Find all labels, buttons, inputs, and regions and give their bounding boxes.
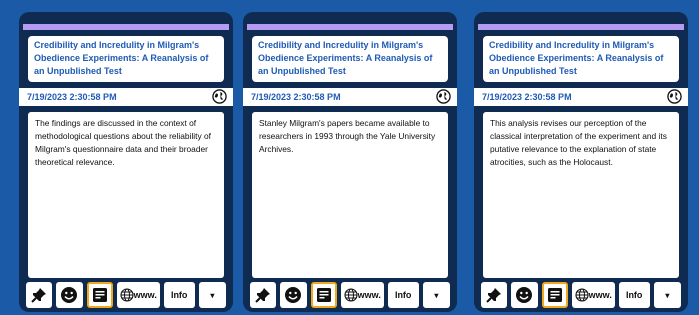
more-options-button[interactable]: ▾: [653, 282, 681, 308]
card-title[interactable]: Credibility and Incredulity in Milgram's…: [483, 36, 679, 82]
card-date: 7/19/2023 2:30:58 PM: [27, 92, 117, 102]
more-options-button[interactable]: ▾: [198, 282, 226, 308]
chevron-down-icon: ▾: [210, 290, 215, 300]
pin-icon: [255, 288, 271, 303]
card-date-row: 7/19/2023 2:30:58 PM: [474, 88, 688, 106]
card-body: The findings are discussed in the contex…: [28, 112, 224, 278]
www-label: www.: [133, 290, 157, 300]
reaction-button[interactable]: [56, 282, 83, 308]
card-1: Credibility and Incredulity in Milgram's…: [19, 12, 233, 312]
info-button[interactable]: Info: [163, 282, 195, 308]
smiley-icon: [516, 287, 533, 303]
notes-icon: [92, 288, 107, 302]
card-date: 7/19/2023 2:30:58 PM: [482, 92, 572, 102]
chevron-down-icon: ▾: [434, 290, 439, 300]
card-body: This analysis revises our perception of …: [483, 112, 679, 278]
chevron-down-icon: ▾: [665, 290, 670, 300]
www-label: www.: [588, 290, 612, 300]
card-body: Stanley Milgram's papers became availabl…: [252, 112, 448, 278]
card-2: Credibility and Incredulity in Milgram's…: [243, 12, 457, 312]
www-label: www.: [357, 290, 381, 300]
card-toolbar: www. Info ▾: [26, 282, 226, 308]
pin-icon: [486, 288, 502, 303]
info-button[interactable]: Info: [618, 282, 650, 308]
pin-button[interactable]: [481, 282, 508, 308]
globe-icon: [575, 288, 589, 302]
notes-button[interactable]: [541, 282, 568, 308]
notes-button[interactable]: [310, 282, 337, 308]
globe-icon[interactable]: [212, 89, 227, 104]
globe-icon[interactable]: [667, 89, 682, 104]
more-options-button[interactable]: ▾: [422, 282, 450, 308]
smiley-icon: [61, 287, 78, 303]
card-accent-bar: [247, 24, 453, 30]
info-button[interactable]: Info: [387, 282, 419, 308]
card-date-row: 7/19/2023 2:30:58 PM: [243, 88, 457, 106]
card-accent-bar: [478, 24, 684, 30]
card-date: 7/19/2023 2:30:58 PM: [251, 92, 341, 102]
web-link-button[interactable]: www.: [116, 282, 160, 308]
globe-icon[interactable]: [436, 89, 451, 104]
notes-icon: [316, 288, 331, 302]
card-title[interactable]: Credibility and Incredulity in Milgram's…: [28, 36, 224, 82]
card-accent-bar: [23, 24, 229, 30]
pin-icon: [31, 288, 47, 303]
card-3: Credibility and Incredulity in Milgram's…: [474, 12, 688, 312]
pin-button[interactable]: [250, 282, 277, 308]
card-toolbar: www. Info ▾: [250, 282, 450, 308]
pin-button[interactable]: [26, 282, 53, 308]
smiley-icon: [285, 287, 302, 303]
notes-icon: [547, 288, 562, 302]
web-link-button[interactable]: www.: [340, 282, 384, 308]
card-date-row: 7/19/2023 2:30:58 PM: [19, 88, 233, 106]
card-title[interactable]: Credibility and Incredulity in Milgram's…: [252, 36, 448, 82]
card-toolbar: www. Info ▾: [481, 282, 681, 308]
reaction-button[interactable]: [511, 282, 538, 308]
web-link-button[interactable]: www.: [571, 282, 615, 308]
globe-icon: [120, 288, 134, 302]
globe-icon: [344, 288, 358, 302]
reaction-button[interactable]: [280, 282, 307, 308]
notes-button[interactable]: [86, 282, 113, 308]
